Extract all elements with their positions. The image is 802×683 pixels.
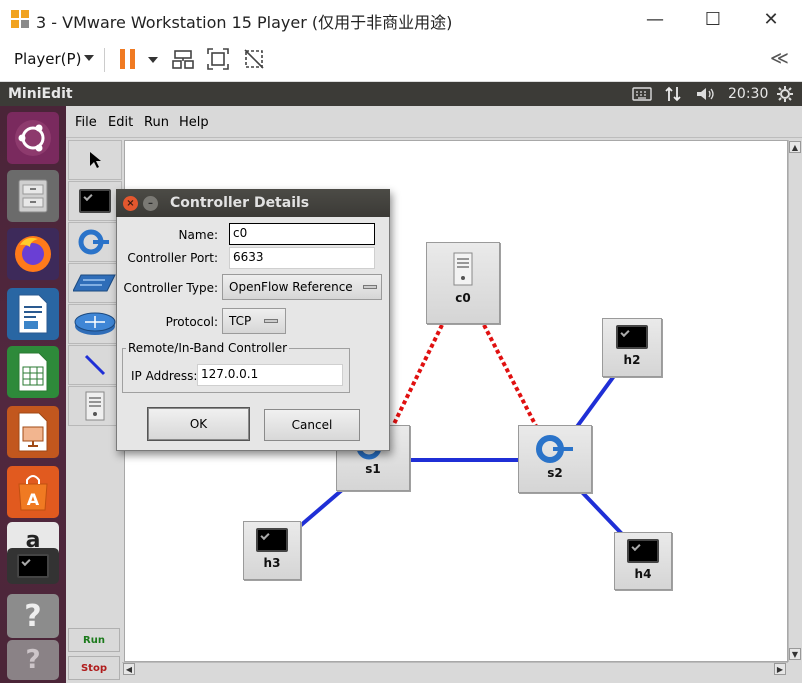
remote-controller-group-title: Remote/In-Band Controller [126,341,290,355]
vertical-scrollbar[interactable] [788,140,802,662]
ip-address-label: IP Address: [131,369,198,383]
dialog-minimize-icon[interactable]: – [143,196,158,211]
controller-type-dropdown[interactable]: OpenFlow Reference [222,274,382,300]
openflow-switch-icon [536,435,573,463]
node-label: c0 [455,291,471,305]
host-terminal-icon [256,528,288,552]
dialog-title: Controller Details [170,195,310,211]
miniedit-menubar [66,110,802,138]
controller-tool[interactable] [68,386,122,426]
protocol-dropdown[interactable]: TCP [222,308,286,334]
launcher-terminal[interactable] [7,548,59,584]
node-label: s2 [547,466,563,480]
node-label: h3 [263,556,281,570]
link-tool[interactable] [68,345,122,385]
host-terminal-icon [79,189,111,213]
toolbar-divider [104,48,105,72]
firefox-icon [15,236,51,272]
name-label: Name: [178,228,218,242]
cursor-arrow-icon [90,152,101,168]
scroll-left-arrow-icon[interactable]: ◀ [123,663,135,675]
host-node-h4[interactable]: h4 [614,532,672,590]
maximize-button[interactable]: ☐ [690,4,736,34]
ubuntu-logo-icon [15,120,51,156]
name-field[interactable]: c0 [229,223,375,245]
controller-server-icon [85,391,105,421]
launcher-libreoffice-calc[interactable] [7,346,59,398]
host-tool[interactable] [68,181,122,221]
ip-address-field[interactable]: 127.0.0.1 [197,364,343,386]
launcher-files[interactable] [7,170,59,222]
protocol-value: TCP [229,314,252,328]
ok-button[interactable]: OK [148,408,249,440]
stop-button[interactable]: Stop [68,656,120,680]
node-label: h2 [623,353,641,367]
window-title: 3 - VMware Workstation 15 Player (仅用于非商业… [36,13,453,32]
run-button[interactable]: Run [68,628,120,652]
launcher-libreoffice-writer[interactable] [7,288,59,340]
question-mark-icon: ? [24,598,42,634]
controller-port-label: Controller Port: [127,251,218,265]
launcher-ubuntu-dash[interactable] [7,112,59,164]
host-terminal-icon [616,325,648,349]
launcher-help[interactable]: ? [7,594,59,638]
menu-run[interactable]: Run [144,115,169,130]
dropdown-indicator-icon [363,285,377,289]
clock[interactable]: 20:30 [728,86,768,102]
send-ctrl-alt-del-icon[interactable] [171,48,195,72]
menu-file[interactable]: File [75,115,97,130]
cancel-button[interactable]: Cancel [264,409,360,441]
terminal-icon [17,554,49,578]
node-label: h4 [634,567,652,581]
protocol-label: Protocol: [165,315,218,329]
horizontal-scrollbar[interactable] [122,662,788,676]
controller-port-field[interactable]: 6633 [229,247,375,269]
player-menu-button[interactable]: Player(P) [14,50,81,68]
question-mark-icon: ? [25,645,41,675]
menu-help[interactable]: Help [179,115,209,130]
link-line-icon [84,354,106,376]
vmware-logo-icon [11,10,29,28]
presentation-icon [18,412,48,452]
minimize-button[interactable]: — [632,4,678,34]
controller-server-icon [453,252,473,286]
collapse-toolbar-icon[interactable]: ≪ [770,48,789,69]
host-terminal-icon [627,539,659,563]
launcher-firefox[interactable] [7,228,59,280]
dropdown-indicator-icon [264,319,278,323]
controller-type-value: OpenFlow Reference [229,280,353,294]
pause-icon[interactable] [119,48,137,70]
volume-icon[interactable] [695,86,715,102]
document-icon [18,294,48,334]
switch-node-s2[interactable]: s2 [518,425,592,493]
host-node-h2[interactable]: h2 [602,318,662,377]
launcher-software-center[interactable]: A [7,466,59,518]
fullscreen-icon[interactable] [206,47,230,71]
svg-text:A: A [27,490,40,509]
panel-app-name: MiniEdit [8,86,73,102]
file-cabinet-icon [18,179,48,213]
network-arrows-icon[interactable] [664,85,682,103]
controller-type-label: Controller Type: [123,281,218,295]
select-tool[interactable] [68,140,122,180]
spreadsheet-icon [18,352,48,392]
dialog-close-icon[interactable]: × [123,196,138,211]
scroll-down-arrow-icon[interactable]: ▼ [789,648,801,660]
host-node-h3[interactable]: h3 [243,521,301,580]
scroll-right-arrow-icon[interactable]: ▶ [774,663,786,675]
controller-node-c0[interactable]: c0 [426,242,500,324]
node-label: s1 [365,462,381,476]
launcher-unknown-app[interactable]: ? [7,640,59,680]
settings-gear-icon[interactable] [776,85,794,103]
menu-edit[interactable]: Edit [108,115,133,130]
scroll-up-arrow-icon[interactable]: ▲ [789,141,801,153]
close-button[interactable]: ✕ [748,4,794,34]
launcher-libreoffice-impress[interactable] [7,406,59,458]
power-options-chevron-icon[interactable] [148,57,158,63]
keyboard-icon[interactable] [632,86,652,102]
chevron-down-icon[interactable] [84,55,94,61]
shopping-bag-icon: A [18,475,48,511]
unity-mode-icon[interactable] [242,47,266,71]
